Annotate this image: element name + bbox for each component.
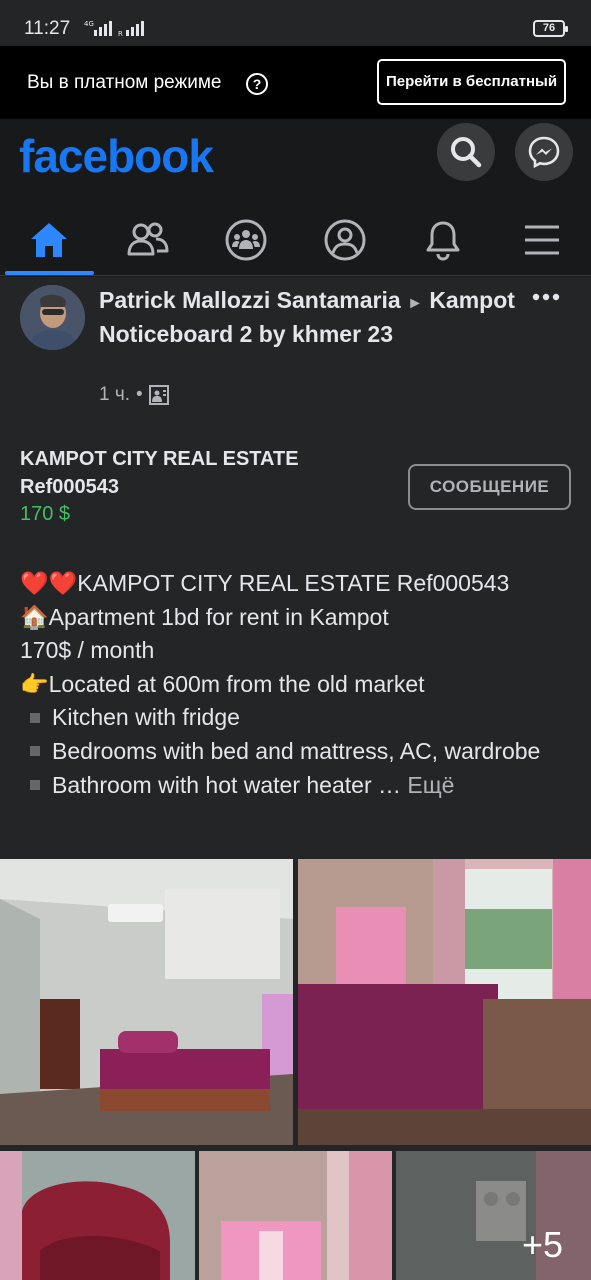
status-time: 11:27 <box>24 18 71 39</box>
listing-price: 170 $ <box>20 503 71 525</box>
body-line: 👉Located at 600m from the old market <box>20 670 425 697</box>
app-header: facebook <box>0 119 591 276</box>
tab-notifications[interactable] <box>394 205 493 275</box>
tab-menu[interactable] <box>493 205 591 275</box>
post-photo-more[interactable]: +5 <box>396 1151 591 1280</box>
body-line: ❤️❤️KAMPOT CITY REAL ESTATE Ref000543 <box>20 570 510 596</box>
svg-text:R: R <box>118 30 123 38</box>
feed-post: Patrick Mallozzi Santamaria ► Kampot Not… <box>0 277 591 1280</box>
switch-to-free-button[interactable]: Перейти в бесплатный <box>377 59 566 105</box>
post-photo[interactable] <box>0 1151 195 1280</box>
post-photo[interactable] <box>199 1151 392 1280</box>
groups-icon <box>225 219 267 261</box>
arrow-right-icon: ► <box>407 295 423 312</box>
more-photos-count: +5 <box>521 1224 563 1265</box>
author-name[interactable]: Patrick Mallozzi Santamaria <box>99 287 401 313</box>
post-time[interactable]: 1 ч. <box>99 384 130 406</box>
menu-icon <box>524 225 559 255</box>
more-options-icon[interactable] <box>531 287 561 307</box>
paid-mode-banner: Вы в платном режиме ? Перейти в бесплатн… <box>0 46 591 119</box>
body-line: 170$ / month <box>20 637 155 664</box>
listing-title[interactable]: KAMPOT CITY REAL ESTATE Ref000543 <box>20 445 340 501</box>
notifications-icon <box>426 221 460 261</box>
facebook-logo[interactable]: facebook <box>19 129 214 183</box>
message-button[interactable]: СООБЩЕНИЕ <box>408 464 571 510</box>
tab-home[interactable] <box>0 205 99 275</box>
help-icon[interactable]: ? <box>246 73 268 95</box>
body-line: Bedrooms with bed and mattress, AC, ward… <box>20 735 575 769</box>
tab-profile[interactable] <box>296 205 395 275</box>
messenger-button[interactable] <box>515 123 573 181</box>
avatar-image <box>20 285 85 350</box>
bullet-icon <box>30 779 40 790</box>
body-line: Bathroom with hot water heater … Ещё <box>20 769 575 803</box>
profile-icon <box>324 219 366 261</box>
tab-friends[interactable] <box>99 205 198 275</box>
group-audience-icon <box>148 385 169 405</box>
post-header: Patrick Mallozzi Santamaria ► Kampot Not… <box>99 285 519 350</box>
signal-icon: 4G R <box>84 20 144 38</box>
status-bar: 11:27 4G R 76 <box>0 0 591 46</box>
search-button[interactable] <box>437 123 495 181</box>
post-body: ❤️❤️KAMPOT CITY REAL ESTATE Ref000543 🏠A… <box>20 567 575 802</box>
post-photo[interactable] <box>298 859 591 1145</box>
body-line: Kitchen with fridge <box>20 701 575 735</box>
bullet-icon <box>30 746 40 757</box>
meta-separator: • <box>136 384 143 405</box>
friends-icon <box>127 222 169 256</box>
see-more-link[interactable]: Ещё <box>407 772 454 798</box>
main-navigation <box>0 205 591 275</box>
post-photo[interactable] <box>0 859 293 1145</box>
svg-text:4G: 4G <box>84 20 94 28</box>
battery-icon: 76 <box>533 20 568 37</box>
post-meta: 1 ч. • <box>99 384 169 406</box>
home-icon <box>31 223 68 257</box>
search-icon <box>451 137 482 168</box>
tab-groups[interactable] <box>197 205 296 275</box>
bullet-icon <box>30 712 40 723</box>
messenger-icon <box>528 136 560 169</box>
paid-mode-text: Вы в платном режиме <box>27 72 222 93</box>
body-line: 🏠Apartment 1bd for rent in Kampot <box>20 603 389 630</box>
avatar[interactable] <box>20 285 85 350</box>
